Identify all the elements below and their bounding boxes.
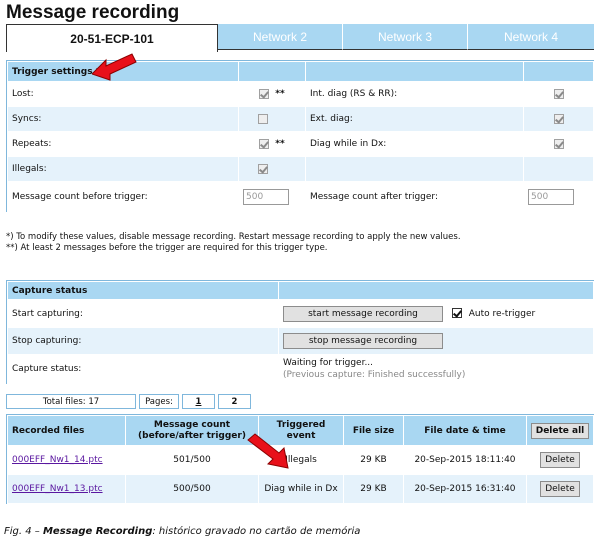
trigger-repeats-label: Repeats: — [7, 131, 239, 157]
col-message-count: Message count — [153, 419, 231, 430]
lost-checkbox[interactable] — [259, 88, 270, 99]
stop-recording-button[interactable]: stop message recording — [283, 333, 443, 349]
diag-dx-checkbox[interactable] — [553, 138, 564, 149]
previous-capture-text: (Previous capture: Finished successfully… — [283, 370, 466, 380]
tab-network-2[interactable]: Network 2 — [218, 24, 343, 50]
page-2-link[interactable]: 2 — [218, 394, 251, 409]
file-link[interactable]: 000EFF_Nw1_13.ptc — [12, 484, 103, 494]
figure-caption: Fig. 4 – Message Recording: histórico gr… — [4, 526, 361, 537]
pager: Total files: 17 Pages: 1 2 — [6, 394, 251, 409]
count-after-label: Message count after trigger: — [305, 181, 524, 212]
arrow-icon — [247, 433, 289, 469]
auto-retrigger-label: Auto re-trigger — [468, 308, 536, 319]
arrow-icon — [92, 53, 137, 81]
illegals-checkbox[interactable] — [258, 163, 268, 174]
capture-status-text: Waiting for trigger... — [283, 358, 374, 368]
trigger-lost-label: Lost: — [7, 81, 239, 107]
message-count-cell: 500/500 — [125, 474, 259, 504]
network-tabs: 20-51-ECP-101 Network 2 Network 3 Networ… — [6, 24, 594, 52]
tab-network-3[interactable]: Network 3 — [343, 24, 468, 50]
col-file-date: File date & time — [403, 415, 527, 446]
count-before-label: Message count before trigger: — [7, 181, 239, 212]
trigger-settings-table: Trigger settings * Lost: ** Int. diag (R… — [7, 61, 594, 212]
note-modify: *) To modify these values, disable messa… — [6, 232, 461, 242]
trigger-illegals-label: Illegals: — [7, 156, 239, 182]
table-row: 000EFF_Nw1_13.ptc 500/500 Diag while in … — [7, 474, 594, 504]
file-date-cell: 20-Sep-2015 18:11:40 — [403, 445, 527, 475]
col-recorded-files: Recorded files — [7, 415, 126, 446]
start-capturing-label: Start capturing: — [7, 299, 279, 328]
page-1-link[interactable]: 1 — [182, 394, 215, 409]
triggered-event-cell: Diag while in Dx — [258, 474, 344, 504]
trigger-ext-diag-label: Ext. diag: — [305, 106, 524, 132]
table-row: 000EFF_Nw1_14.ptc 501/500 Illegals 29 KB… — [7, 445, 594, 475]
total-files: Total files: 17 — [6, 394, 136, 409]
repeats-checkbox[interactable] — [259, 138, 270, 149]
tab-20-51-ecp-101[interactable]: 20-51-ECP-101 — [6, 24, 218, 52]
auto-retrigger-checkbox[interactable] — [451, 308, 462, 318]
col-triggered: Triggered — [276, 419, 326, 430]
capture-status-table: Capture status Start capturing: start me… — [7, 281, 594, 384]
trigger-syncs-label: Syncs: — [7, 106, 239, 132]
syncs-checkbox[interactable] — [258, 113, 268, 124]
page-title: Message recording — [6, 2, 180, 23]
delete-button[interactable]: Delete — [540, 452, 580, 468]
start-recording-button[interactable]: start message recording — [283, 305, 443, 322]
ext-diag-checkbox[interactable] — [553, 113, 564, 124]
count-before-input[interactable]: 500 — [243, 188, 289, 205]
trigger-diag-dx-label: Diag while in Dx: — [305, 131, 524, 157]
delete-all-button[interactable]: Delete all — [531, 422, 589, 439]
count-after-input[interactable]: 500 — [528, 188, 574, 205]
col-file-size: File size — [343, 415, 404, 446]
file-link[interactable]: 000EFF_Nw1_14.ptc — [12, 455, 103, 465]
recorded-files-table: Recorded files Message count (before/aft… — [7, 415, 594, 504]
file-size-cell: 29 KB — [343, 474, 404, 504]
col-message-count-sub: (before/after trigger) — [138, 430, 246, 441]
capture-status-header: Capture status — [7, 281, 279, 300]
delete-button[interactable]: Delete — [540, 481, 580, 497]
trigger-int-diag-label: Int. diag (RS & RR): — [305, 81, 524, 107]
stop-capturing-label: Stop capturing: — [7, 327, 279, 355]
note-two-messages: **) At least 2 messages before the trigg… — [6, 243, 328, 253]
file-size-cell: 29 KB — [343, 445, 404, 475]
message-count-cell: 501/500 — [125, 445, 259, 475]
pages-label: Pages: — [139, 394, 179, 409]
file-date-cell: 20-Sep-2015 16:31:40 — [403, 474, 527, 504]
capture-status-label: Capture status: — [7, 354, 279, 384]
int-diag-checkbox[interactable] — [553, 88, 564, 99]
tab-network-4[interactable]: Network 4 — [468, 24, 594, 50]
